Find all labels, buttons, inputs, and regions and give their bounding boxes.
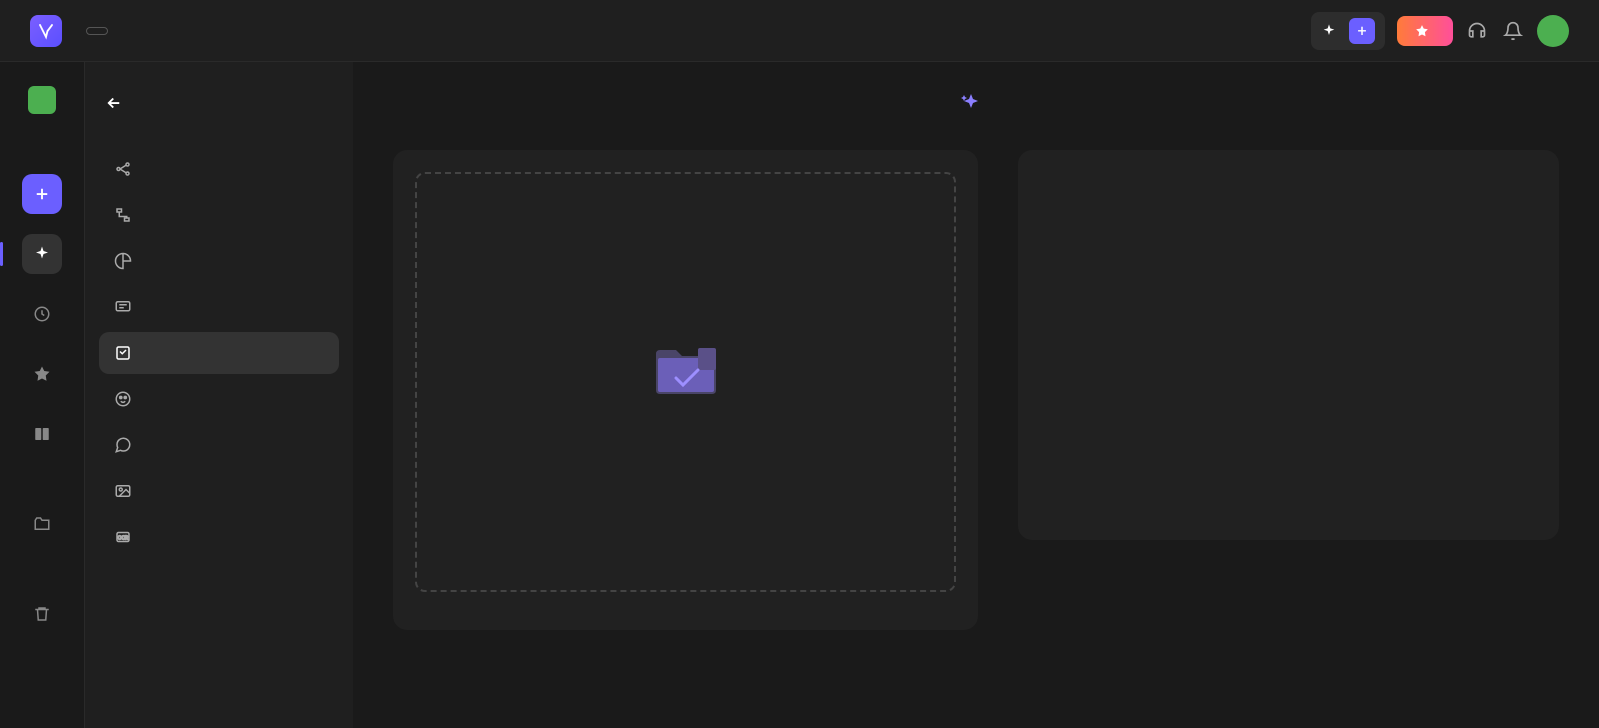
upload-dropzone[interactable]: [415, 172, 956, 592]
page-title: [959, 92, 993, 116]
mind-map-icon: [113, 159, 133, 179]
chat-icon: [113, 435, 133, 455]
nav-image[interactable]: [99, 470, 339, 512]
nav-drawing[interactable]: [99, 378, 339, 420]
mini-favorites[interactable]: [22, 354, 62, 394]
back-button[interactable]: [99, 86, 339, 120]
upload-panel: [393, 150, 978, 630]
user-avatar[interactable]: [1537, 15, 1569, 47]
sentence: [1046, 220, 1531, 241]
nav-ocr[interactable]: OCR: [99, 516, 339, 558]
add-credits-button[interactable]: +: [1349, 18, 1375, 44]
folder-check-icon: [646, 342, 726, 402]
mini-ai-tools[interactable]: [22, 234, 62, 274]
analysis-text: [1018, 150, 1559, 540]
nav-chat[interactable]: [99, 424, 339, 466]
mini-sidebar: [0, 62, 85, 728]
svg-text:OCR: OCR: [118, 535, 129, 541]
file-analysis-icon: [113, 343, 133, 363]
page-header: [393, 92, 1559, 120]
slide-icon: [113, 297, 133, 317]
upgrade-button[interactable]: [1397, 16, 1453, 46]
app-header: +: [0, 0, 1599, 62]
mini-trash[interactable]: [22, 594, 62, 634]
notifications-icon[interactable]: [1501, 19, 1525, 43]
image-icon: [113, 481, 133, 501]
mini-avatar[interactable]: [28, 86, 56, 114]
drawing-icon: [113, 389, 133, 409]
app-logo-icon[interactable]: [30, 15, 62, 47]
free-badge: [86, 27, 108, 35]
diagram-icon: [113, 251, 133, 271]
nav-slide-maker[interactable]: [99, 286, 339, 328]
nav-diagram[interactable]: [99, 240, 339, 282]
mini-templates[interactable]: [22, 414, 62, 454]
support-icon[interactable]: [1465, 19, 1489, 43]
mini-files[interactable]: [22, 504, 62, 544]
credits-badge[interactable]: +: [1311, 12, 1385, 50]
main-content: [353, 62, 1599, 728]
result-panel: [1018, 150, 1559, 630]
nav-file-analysis[interactable]: [99, 332, 339, 374]
mini-recent[interactable]: [22, 294, 62, 334]
ocr-icon: OCR: [113, 527, 133, 547]
exec-summary-text: [1046, 178, 1531, 199]
sentence: [1046, 241, 1531, 262]
nav-mind-map[interactable]: [99, 148, 339, 190]
header-right: +: [1311, 12, 1569, 50]
header-left: [30, 15, 108, 47]
sentence: [1046, 199, 1531, 220]
sidebar: OCR: [85, 62, 353, 728]
mini-new-button[interactable]: [22, 174, 62, 214]
flowchart-icon: [113, 205, 133, 225]
nav-flowchart[interactable]: [99, 194, 339, 236]
